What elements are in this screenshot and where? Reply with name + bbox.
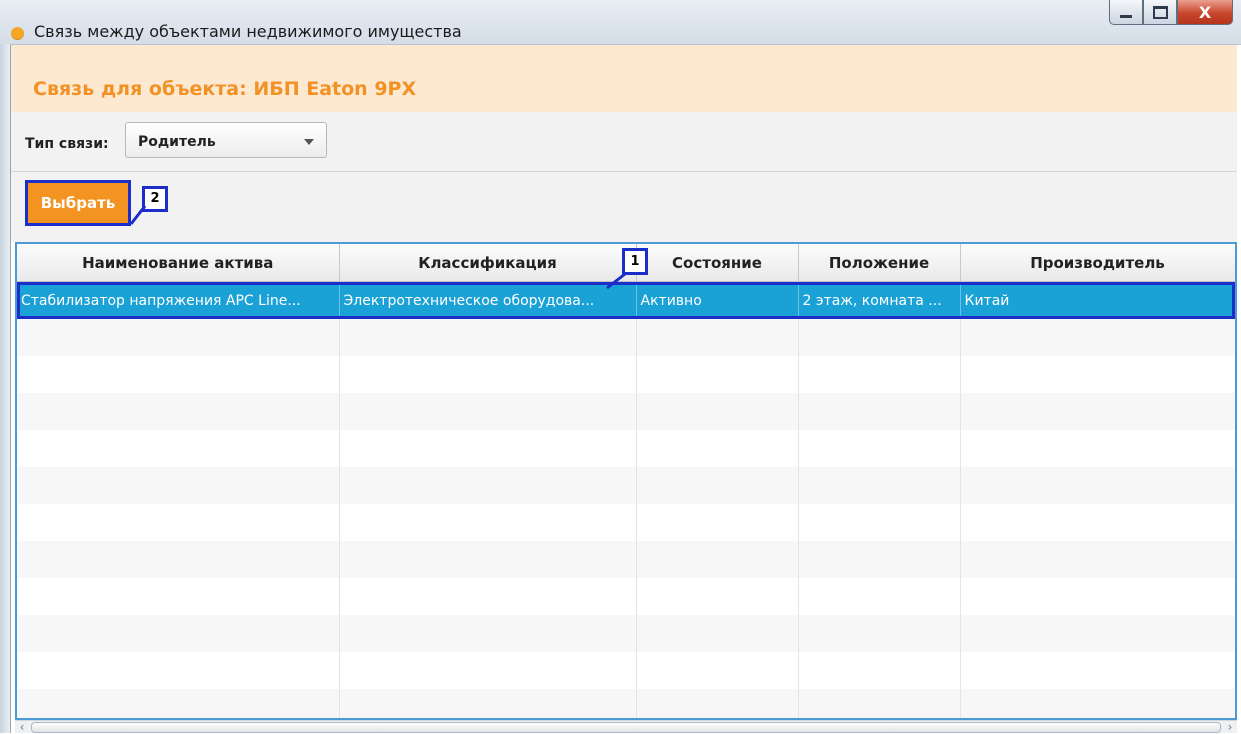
column-header-manufacturer[interactable]: Производитель (960, 244, 1235, 282)
header-band: Связь для объекта: ИБП Eaton 9PX (11, 45, 1237, 112)
cell-location: 2 этаж, комната ... (798, 281, 961, 319)
window-controls: X (1109, 0, 1233, 26)
close-button[interactable]: X (1177, 0, 1233, 25)
table-row-empty (17, 393, 1235, 430)
window-left-frame (0, 44, 10, 733)
column-header-state[interactable]: Состояние (636, 244, 799, 282)
dialog-body: Связь для объекта: ИБП Eaton 9PX Тип свя… (10, 45, 1237, 733)
page-title: Связь для объекта: ИБП Eaton 9PX (33, 78, 417, 100)
maximize-button[interactable] (1143, 0, 1177, 25)
callout-1-connector (606, 272, 626, 290)
window-title: Связь между объектами недвижимого имущес… (34, 22, 462, 41)
action-bar: Выбрать 2 (11, 172, 1237, 242)
callout-1-badge: 1 (622, 248, 648, 275)
window-titlebar: Связь между объектами недвижимого имущес… (0, 0, 1241, 45)
scroll-right-icon[interactable]: › (1223, 721, 1237, 733)
link-type-label: Тип связи: (25, 136, 109, 152)
select-button[interactable]: Выбрать (25, 180, 131, 226)
table-row-empty (17, 467, 1235, 504)
table-row-empty (17, 504, 1235, 541)
table-row-empty (17, 541, 1235, 578)
cell-classification: Электротехническое оборудова... (339, 281, 637, 319)
table-row-empty (17, 356, 1235, 393)
table-row-empty (17, 652, 1235, 689)
assets-table[interactable]: Наименование актива Классификация Состоя… (15, 242, 1237, 720)
table-row-empty (17, 615, 1235, 652)
link-type-value: Родитель (138, 134, 216, 150)
app-dot-icon (11, 27, 24, 40)
maximize-icon (1152, 5, 1168, 19)
callout-2-connector (129, 205, 147, 225)
cell-name: Стабилизатор напряжения APC Line... (17, 281, 340, 319)
scrollbar-thumb[interactable] (31, 722, 1221, 733)
link-type-select[interactable]: Родитель (125, 122, 327, 158)
cell-state: Активно (636, 281, 799, 319)
cell-manufacturer: Китай (960, 281, 1235, 319)
scroll-left-icon[interactable]: ‹ (15, 721, 29, 733)
table-row-empty (17, 578, 1235, 615)
chevron-down-icon (304, 139, 314, 145)
table-row-empty (17, 430, 1235, 467)
table-row-empty (17, 319, 1235, 356)
column-header-location[interactable]: Положение (798, 244, 961, 282)
horizontal-scrollbar[interactable]: ‹ › (15, 720, 1237, 733)
minimize-button[interactable] (1109, 0, 1143, 25)
filter-toolbar: Тип связи: Родитель (11, 112, 1237, 172)
close-icon: X (1198, 2, 1212, 22)
column-header-classification[interactable]: Классификация (339, 244, 637, 282)
column-header-name[interactable]: Наименование актива (17, 244, 340, 282)
minimize-icon (1120, 14, 1132, 18)
table-row-empty (17, 689, 1235, 718)
